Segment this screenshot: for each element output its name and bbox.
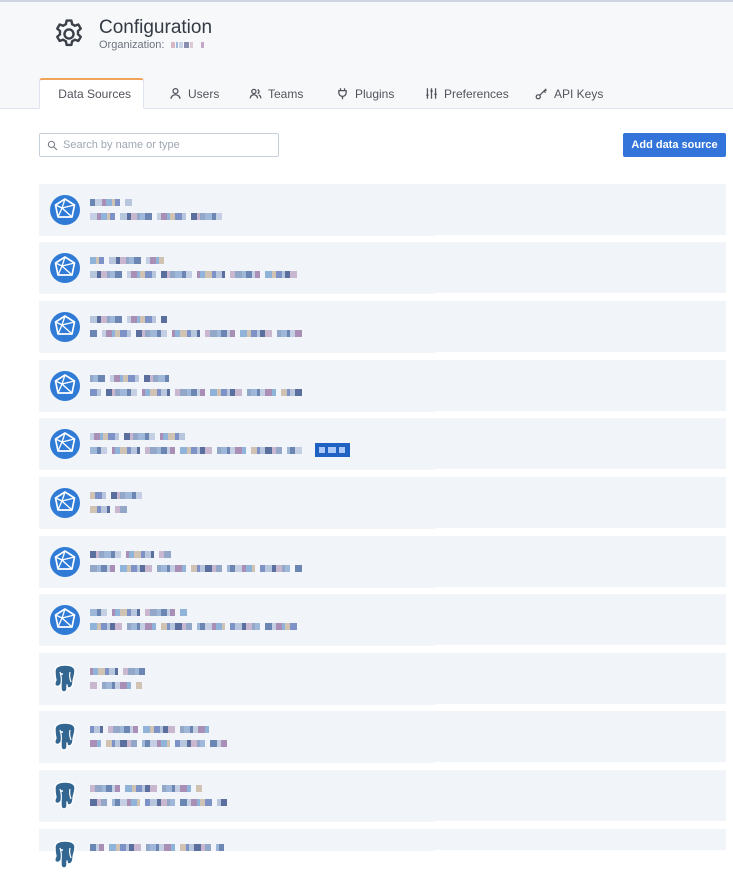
tab-api-keys[interactable]: API Keys — [535, 78, 603, 109]
organization-name-redacted — [171, 39, 205, 51]
prometheus-icon — [48, 545, 82, 579]
tab-label: Data Sources — [58, 87, 131, 101]
tab-label: API Keys — [554, 87, 603, 101]
card-divider — [435, 645, 726, 647]
datasource-card[interactable] — [39, 770, 726, 823]
card-divider — [435, 469, 726, 471]
prometheus-icon — [48, 486, 82, 520]
redacted-text — [90, 551, 171, 558]
redacted-text — [90, 213, 227, 220]
redacted-text — [90, 726, 214, 733]
card-divider — [435, 352, 726, 354]
tab-label: Plugins — [355, 87, 394, 101]
datasource-card[interactable] — [39, 242, 726, 295]
add-data-source-button[interactable]: Add data source — [623, 133, 726, 157]
tab-plugins[interactable]: Plugins — [336, 78, 394, 109]
card-divider — [435, 762, 726, 764]
search-box[interactable] — [39, 133, 279, 157]
redacted-text — [90, 623, 302, 630]
datasource-card[interactable] — [39, 653, 726, 706]
redacted-text — [90, 433, 185, 440]
datasource-card[interactable] — [39, 418, 726, 471]
datasource-card[interactable] — [39, 829, 726, 852]
search-icon — [47, 140, 58, 151]
redacted-text — [90, 447, 302, 454]
page-title: Configuration — [99, 17, 212, 39]
redacted-text — [90, 506, 127, 513]
datasource-card[interactable] — [39, 477, 726, 530]
tab-label: Teams — [268, 87, 303, 101]
redacted-text — [90, 609, 187, 616]
redacted-text — [90, 271, 302, 278]
search-input[interactable] — [63, 139, 263, 151]
redacted-text — [90, 257, 164, 264]
prometheus-icon — [48, 427, 82, 461]
key-icon — [535, 87, 548, 100]
prometheus-icon — [48, 251, 82, 285]
organization-label: Organization: — [99, 39, 164, 51]
datasource-card[interactable] — [39, 301, 726, 354]
tab-label: Preferences — [444, 87, 509, 101]
datasource-card[interactable] — [39, 184, 726, 237]
prometheus-icon — [48, 603, 82, 637]
datasource-card[interactable] — [39, 711, 726, 764]
redacted-text — [90, 740, 227, 747]
prometheus-icon — [48, 310, 82, 344]
card-divider — [435, 587, 726, 589]
organization-line: Organization: — [99, 39, 205, 51]
card-divider — [435, 704, 726, 706]
plug-icon — [336, 87, 349, 100]
redacted-text — [90, 375, 169, 382]
default-badge — [315, 443, 350, 457]
redacted-text — [90, 799, 227, 806]
redacted-text — [90, 492, 147, 499]
postgresql-icon — [48, 662, 82, 696]
users-icon — [249, 87, 262, 100]
redacted-text — [90, 316, 167, 323]
redacted-text — [90, 389, 302, 396]
tab-preferences[interactable]: Preferences — [425, 78, 509, 109]
redacted-text — [90, 668, 145, 675]
datasource-card[interactable] — [39, 360, 726, 413]
postgresql-icon — [48, 720, 82, 754]
card-divider — [435, 235, 726, 237]
redacted-text — [90, 330, 302, 337]
gear-icon — [52, 17, 86, 51]
prometheus-icon — [48, 193, 82, 227]
redacted-text — [90, 785, 202, 792]
tab-label: Users — [188, 87, 219, 101]
tab-teams[interactable]: Teams — [249, 78, 303, 109]
prometheus-icon — [48, 369, 82, 403]
card-divider — [435, 850, 726, 852]
user-icon — [169, 87, 182, 100]
datasource-card[interactable] — [39, 594, 726, 647]
datasource-card[interactable] — [39, 536, 726, 589]
card-divider — [435, 411, 726, 413]
card-divider — [435, 293, 726, 295]
tab-users[interactable]: Users — [169, 78, 219, 109]
tab-data-sources[interactable]: Data Sources — [39, 78, 144, 109]
page-header: Configuration Organization: Data Sources… — [0, 2, 733, 109]
redacted-text — [90, 682, 142, 689]
redacted-text — [90, 844, 224, 851]
redacted-text — [90, 199, 132, 206]
postgresql-icon — [48, 779, 82, 813]
card-divider — [435, 821, 726, 823]
card-divider — [435, 528, 726, 530]
redacted-text — [90, 565, 302, 572]
sliders-icon — [425, 87, 438, 100]
postgresql-icon — [48, 838, 82, 872]
